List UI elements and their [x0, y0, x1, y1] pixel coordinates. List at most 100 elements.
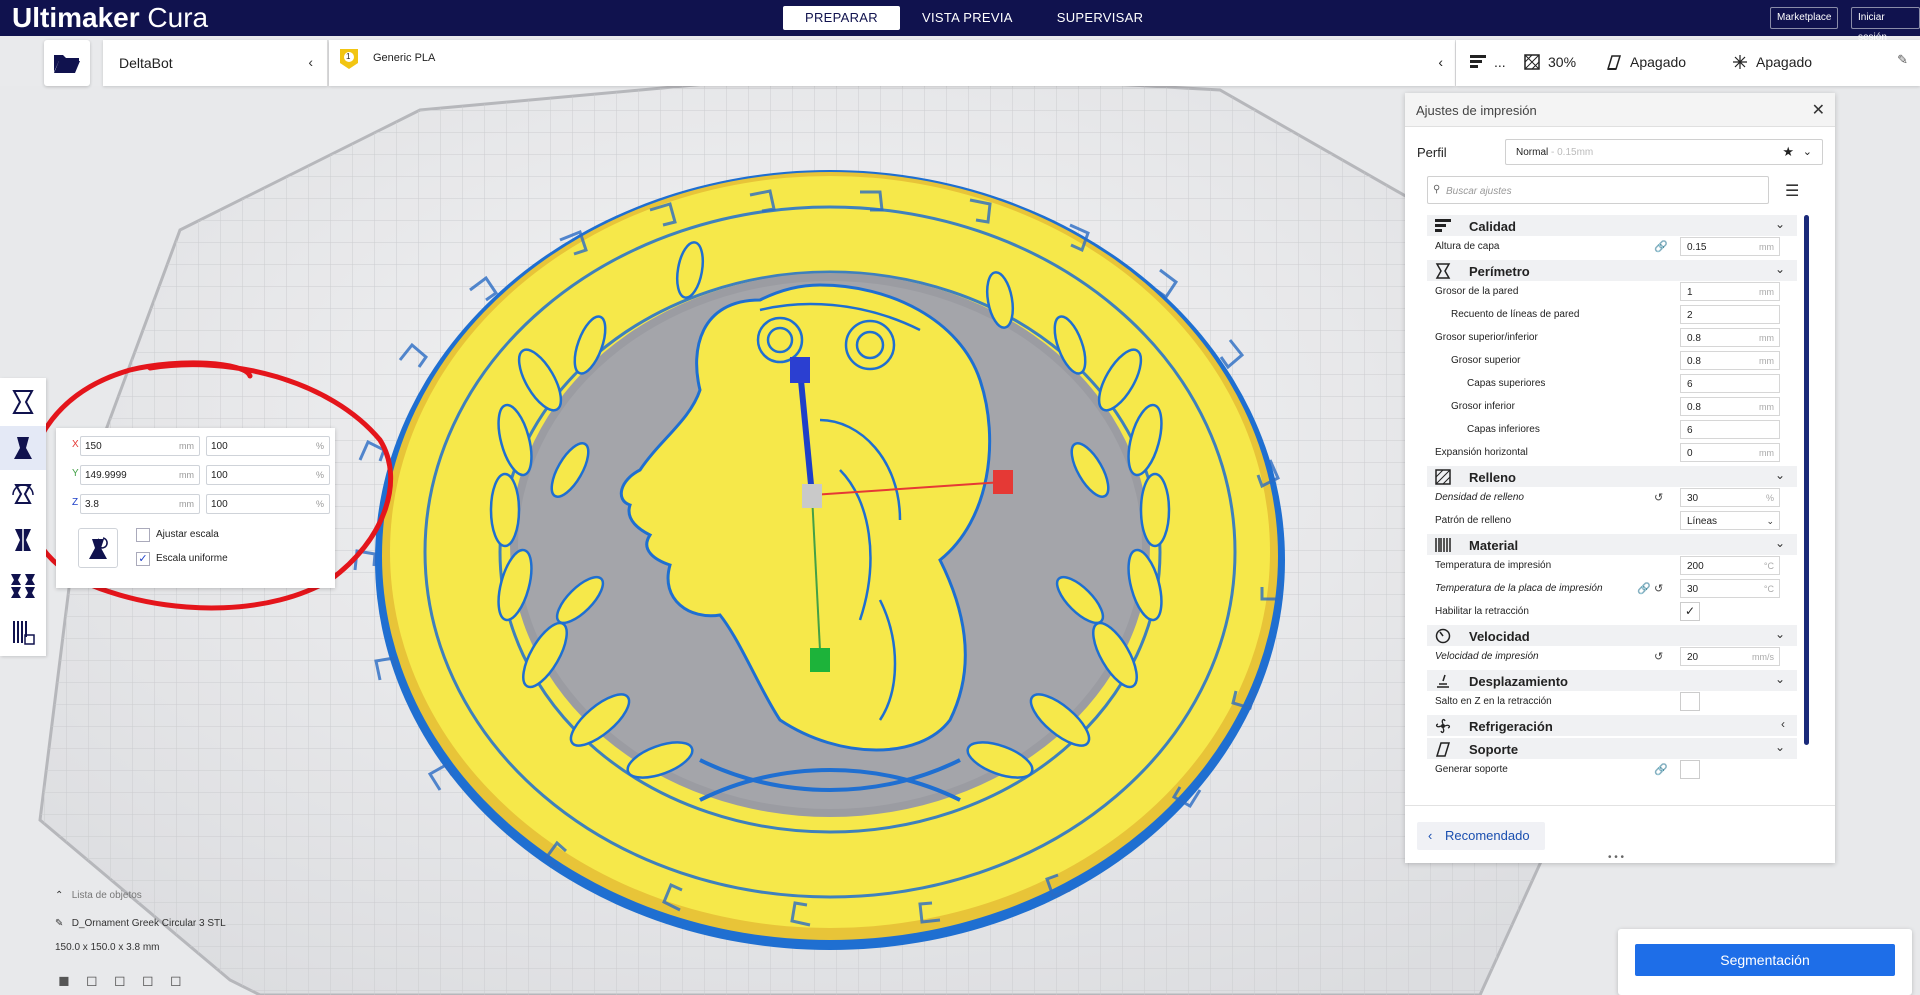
scale-x-mm-input[interactable]: 150 mm [80, 436, 200, 456]
settings-scrollbar[interactable] [1804, 215, 1809, 745]
rotate-tool-button[interactable] [0, 472, 46, 516]
extruder-number: 1 [346, 52, 351, 61]
retraction-checkbox[interactable]: ✓ [1680, 602, 1700, 621]
uniform-scaling-label: Escala uniforme [156, 553, 228, 564]
bottom-thickness-input[interactable]: 0.8 mm [1680, 397, 1780, 416]
folder-icon [54, 55, 80, 73]
tool-column [0, 378, 46, 656]
marketplace-button[interactable]: Marketplace [1770, 7, 1839, 29]
tab-preview[interactable]: VISTA PREVIA [900, 6, 1035, 30]
link-icon: 🔗 [1654, 764, 1668, 776]
mirror-tool-button[interactable] [0, 518, 46, 562]
3d-view-icon[interactable]: ◼ [58, 972, 76, 988]
object-list-item[interactable]: ✎ D_Ornament Greek Circular 3 STL [55, 918, 226, 929]
setting-bottom-thickness: Grosor inferior 0.8 mm [1427, 397, 1797, 416]
settings-list: Calidad ⌄ Altura de capa 🔗 0.15 mm Perímet… [1427, 215, 1797, 805]
login-button[interactable]: Iniciar sesión [1851, 7, 1920, 43]
recommended-button[interactable]: ‹ Recomendado [1417, 822, 1545, 850]
scale-row-z: Z 3.8 mm 100% [64, 494, 332, 514]
infill-density-input[interactable]: 30% [1680, 488, 1780, 507]
chevron-down-icon: ⌄ [1774, 217, 1785, 231]
print-temperature-input[interactable]: 200 °C [1680, 556, 1780, 575]
category-relleno[interactable]: Relleno ⌄ [1427, 466, 1797, 487]
fan-icon [1435, 718, 1451, 734]
settings-search-input[interactable]: ⚲ Buscar ajustes [1427, 176, 1769, 204]
edit-pencil-icon[interactable]: ✎ [1897, 52, 1908, 68]
star-icon[interactable]: ★ [1782, 144, 1794, 160]
top-view-icon[interactable]: ◻ [114, 972, 132, 988]
wall-thickness-input[interactable]: 1 mm [1680, 282, 1780, 301]
bottom-layers-input[interactable]: 6 [1680, 420, 1780, 439]
print-speed-input[interactable]: 20 mm/s [1680, 647, 1780, 666]
top-layers-input[interactable]: 6 [1680, 374, 1780, 393]
close-icon[interactable]: ✕ [1812, 100, 1825, 120]
scale-x-percent-input[interactable]: 100% [206, 436, 330, 456]
category-perimetro[interactable]: Perímetro ⌄ [1427, 260, 1797, 281]
z-hop-checkbox[interactable] [1680, 692, 1700, 711]
profile-summary[interactable]: ... [1470, 54, 1506, 70]
resize-handle[interactable]: • • • [1608, 852, 1624, 863]
infill-summary[interactable]: 30% [1524, 54, 1576, 70]
top-thickness-input[interactable]: 0.8 mm [1680, 351, 1780, 370]
move-tool-button[interactable] [0, 380, 46, 424]
tab-monitor[interactable]: SUPERVISAR [1035, 6, 1166, 30]
generate-support-checkbox[interactable] [1680, 760, 1700, 779]
settings-menu-icon[interactable]: ☰ [1785, 181, 1799, 201]
support-summary[interactable]: Apagado [1606, 54, 1686, 70]
settings-panel-header: Ajustes de impresión ✕ [1405, 93, 1835, 127]
wall-line-count-input[interactable]: 2 [1680, 305, 1780, 324]
category-soporte[interactable]: Soporte ⌄ [1427, 738, 1797, 759]
print-settings-summary[interactable]: ... 30% Apagado Apagado ✎ [1456, 40, 1920, 86]
right-view-icon[interactable]: ◻ [170, 972, 188, 988]
scale-y-mm-input[interactable]: 149.9999 mm [80, 465, 200, 485]
layers-icon [1470, 55, 1486, 68]
rotate-icon [12, 484, 34, 504]
bed-temperature-input[interactable]: 30 °C [1680, 579, 1780, 598]
category-refrigeracion[interactable]: Refrigeración ‹ [1427, 715, 1797, 736]
scale-z-percent-input[interactable]: 100% [206, 494, 330, 514]
stage-tabs: PREPARAR VISTA PREVIA SUPERVISAR [783, 6, 1165, 30]
setting-infill-pattern: Patrón de relleno Líneas ⌄ [1427, 511, 1797, 530]
reset-scale-button[interactable] [78, 528, 118, 568]
setting-z-hop: Salto en Z en la retracción [1427, 692, 1797, 711]
support-icon [1606, 55, 1622, 70]
quality-icon [1435, 219, 1451, 232]
open-file-button[interactable] [44, 40, 90, 86]
printer-selector[interactable]: DeltaBot ‹ [103, 40, 328, 86]
snap-scaling-checkbox[interactable] [136, 528, 150, 542]
reset-scale-icon [89, 537, 108, 559]
front-view-icon[interactable]: ◻ [86, 972, 104, 988]
gizmo-x-handle [993, 470, 1013, 494]
travel-icon [1437, 674, 1449, 688]
object-list-toggle[interactable]: ⌃ Lista de objetos [55, 890, 142, 901]
slice-panel: Segmentación [1618, 929, 1912, 995]
reset-icon[interactable]: ↺ [1654, 491, 1663, 504]
infill-pattern-select[interactable]: Líneas ⌄ [1680, 511, 1780, 530]
gizmo-center-handle [802, 484, 822, 508]
category-calidad[interactable]: Calidad ⌄ [1427, 215, 1797, 236]
horizontal-expansion-input[interactable]: 0 mm [1680, 443, 1780, 462]
link-icon: 🔗 [1637, 583, 1651, 595]
category-velocidad[interactable]: Velocidad ⌄ [1427, 625, 1797, 646]
per-model-settings-button[interactable] [0, 564, 46, 608]
uniform-scaling-checkbox[interactable]: ✓ [136, 552, 150, 566]
category-material[interactable]: Material ⌄ [1427, 534, 1797, 555]
reset-icon[interactable]: ↺ [1654, 650, 1663, 663]
axis-y-label: Y [72, 468, 79, 479]
scale-tool-button[interactable] [0, 426, 46, 470]
left-view-icon[interactable]: ◻ [142, 972, 160, 988]
slice-button[interactable]: Segmentación [1635, 944, 1895, 976]
reset-icon[interactable]: ↺ [1654, 582, 1663, 595]
profile-dropdown[interactable]: Normal - 0.15mm ★ ⌄ [1505, 139, 1823, 165]
layer-height-input[interactable]: 0.15 mm [1680, 237, 1780, 256]
top-bottom-thickness-input[interactable]: 0.8 mm [1680, 328, 1780, 347]
top-header: Ultimaker Cura PREPARAR VISTA PREVIA SUP… [0, 0, 1920, 43]
scale-y-percent-input[interactable]: 100% [206, 465, 330, 485]
material-selector[interactable]: 1 Generic PLA ‹ [329, 40, 1455, 86]
support-blocker-button[interactable] [0, 610, 46, 654]
profile-label: Perfil [1417, 145, 1447, 160]
scale-z-mm-input[interactable]: 3.8 mm [80, 494, 200, 514]
adhesion-summary[interactable]: Apagado [1732, 54, 1812, 70]
category-desplazamiento[interactable]: Desplazamiento ⌄ [1427, 670, 1797, 691]
tab-prepare[interactable]: PREPARAR [783, 6, 900, 30]
